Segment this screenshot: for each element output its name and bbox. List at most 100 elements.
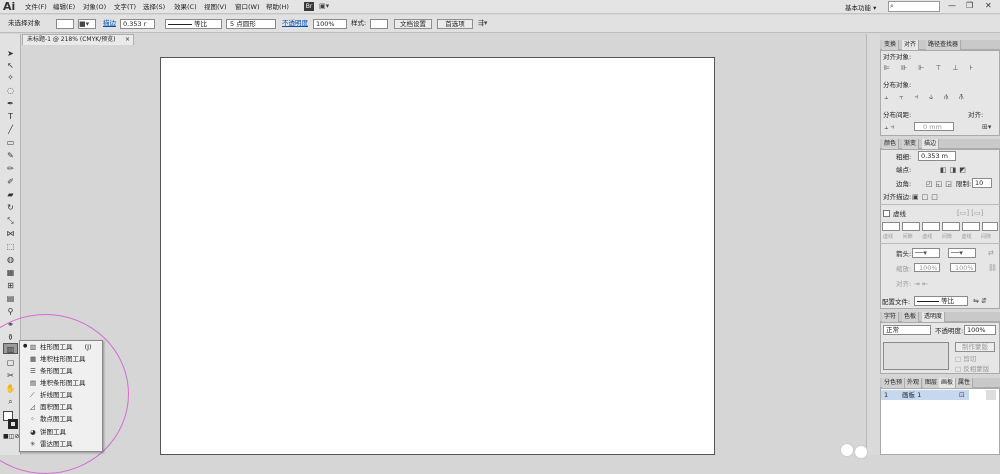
start-arrow-select[interactable]: ──▾ <box>912 248 940 258</box>
paintbrush-icon[interactable]: ✎ <box>3 150 18 161</box>
transparency-opacity-input[interactable]: 100% <box>964 325 996 335</box>
limit-input[interactable]: 10 <box>972 178 992 188</box>
artboard-canvas[interactable] <box>160 57 715 455</box>
clip-checkbox[interactable]: □ 剪切 <box>955 355 976 363</box>
type-tool-icon[interactable]: T <box>3 111 18 122</box>
menu-object[interactable]: 对象(O) <box>83 2 106 12</box>
tab-appearance[interactable]: 外观 <box>905 378 923 388</box>
end-arrow-select[interactable]: ──▾ <box>948 248 976 258</box>
perspective-grid-icon[interactable]: ▦ <box>3 267 18 278</box>
arrange-docs-button[interactable]: ▣▾ <box>319 2 337 11</box>
blend-mode-select[interactable]: 正常 <box>883 325 931 335</box>
width-tool-icon[interactable]: ⋈ <box>3 228 18 239</box>
dash-input-3[interactable] <box>962 222 980 231</box>
link-scale-icon[interactable]: ⛓ <box>988 264 997 272</box>
menu-effect[interactable]: 效果(C) <box>174 2 197 12</box>
stroke-weight-input[interactable]: 0.353 r <box>120 19 155 29</box>
make-mask-button[interactable]: 制作蒙版 <box>955 342 995 352</box>
arrow-scale-end[interactable]: 100% <box>950 263 976 272</box>
shape-builder-icon[interactable]: ◍ <box>3 254 18 265</box>
graph-item-stacked-column[interactable]: ▦ 堆积柱形图工具 <box>30 353 86 365</box>
gap-input-2[interactable] <box>942 222 960 231</box>
menu-edit[interactable]: 编辑(E) <box>53 2 75 12</box>
dash-input-2[interactable] <box>922 222 940 231</box>
direct-selection-tool-icon[interactable]: ↖ <box>3 60 18 71</box>
profile-select[interactable]: 等比 <box>914 296 968 306</box>
graph-item-pie[interactable]: ◕ 饼图工具 <box>30 426 66 438</box>
panel-scrollbar[interactable] <box>986 390 996 400</box>
minimize-button[interactable]: — <box>948 1 956 10</box>
corner-buttons[interactable]: ◰◱◲ <box>926 180 955 188</box>
pencil-icon[interactable]: ✏ <box>3 163 18 174</box>
invert-mask-checkbox[interactable]: □ 反相蒙版 <box>955 365 989 373</box>
rectangle-tool-icon[interactable]: ▭ <box>3 137 18 148</box>
brush-definition[interactable]: 5 点圆形 <box>226 19 276 29</box>
variable-width-profile[interactable]: 等比 <box>165 19 222 29</box>
artboard-row[interactable]: 1 画板 1 ⊡ <box>881 390 969 400</box>
mesh-tool-icon[interactable]: ⊞ <box>3 280 18 291</box>
graph-item-line[interactable]: ⟋ 折线图工具 <box>30 389 73 401</box>
graph-item-column[interactable]: ▥ 柱形图工具 (J) <box>30 341 92 353</box>
cap-buttons[interactable]: ◧◨◩ <box>940 166 969 174</box>
graph-item-bar[interactable]: ☰ 条形图工具 <box>30 365 73 377</box>
align-objects-buttons[interactable]: ⊫⊪⊩⊤⊥⊦ <box>884 64 984 72</box>
tab-artboards[interactable]: 画板 <box>939 378 957 388</box>
document-setup-button[interactable]: 文档设置 <box>394 19 432 29</box>
gap-input-1[interactable] <box>902 222 920 231</box>
graph-item-area[interactable]: ◿ 面积图工具 <box>30 401 73 413</box>
spacing-input[interactable]: 0 mm <box>914 122 954 131</box>
menu-window[interactable]: 窗口(W) <box>235 2 260 12</box>
stroke-swatch[interactable]: ■▾ <box>78 19 96 29</box>
dash-align-icons[interactable]: [▭] [▭] <box>957 209 983 217</box>
close-button[interactable]: ✕ <box>985 1 992 10</box>
pen-tool-icon[interactable]: ✒ <box>3 98 18 109</box>
search-input[interactable]: ⌕ <box>888 1 940 12</box>
preferences-button[interactable]: 首选项 <box>437 19 473 29</box>
dashed-checkbox[interactable] <box>883 210 890 217</box>
rotate-tool-icon[interactable]: ↻ <box>3 202 18 213</box>
menu-help[interactable]: 帮助(H) <box>266 2 289 12</box>
weight-input[interactable]: 0.353 m <box>918 151 956 161</box>
tab-transparency[interactable]: 透明度 <box>922 312 946 322</box>
swap-arrows-icon[interactable]: ⇄ <box>988 249 994 257</box>
arrange-menu-button[interactable]: ⇶▾ <box>478 19 487 29</box>
flip-profile-icons[interactable]: ⇋ ⇵ <box>973 297 987 305</box>
opacity-input[interactable]: 100% <box>313 19 347 29</box>
tab-transform[interactable]: 变换 <box>882 40 900 50</box>
tab-stroke[interactable]: 描边 <box>922 139 940 149</box>
lasso-icon[interactable]: ◌ <box>3 85 18 96</box>
line-tool-icon[interactable]: ╱ <box>3 124 18 135</box>
gap-input-3[interactable] <box>982 222 998 231</box>
blob-brush-icon[interactable]: ✐ <box>3 176 18 187</box>
align-to-selection-icon[interactable]: ⊞▾ <box>982 123 991 131</box>
tab-align[interactable]: 对齐 <box>902 40 920 50</box>
gradient-tool-icon[interactable]: ▤ <box>3 293 18 304</box>
tab-pathfinder[interactable]: 路径查找器 <box>926 40 962 50</box>
artboard-options-icon[interactable]: ⊡ <box>959 391 965 399</box>
stroke-label[interactable]: 描边 <box>103 19 116 29</box>
menu-file[interactable]: 文件(F) <box>25 2 47 12</box>
menu-view[interactable]: 视图(V) <box>204 2 227 12</box>
menu-select[interactable]: 选择(S) <box>143 2 165 12</box>
bridge-button[interactable]: Br <box>304 2 314 11</box>
distribute-spacing-buttons[interactable]: ⫠ ⫞ <box>884 123 894 131</box>
tab-attributes[interactable]: 属性 <box>956 378 974 388</box>
opacity-label[interactable]: 不透明度 <box>282 19 308 29</box>
scale-tool-icon[interactable]: ⤡ <box>3 215 18 226</box>
tab-separations[interactable]: 分色预 <box>882 378 906 388</box>
arrow-scale-start[interactable]: 100% <box>914 263 940 272</box>
tab-character[interactable]: 字符 <box>882 312 900 322</box>
dash-input-1[interactable] <box>882 222 900 231</box>
tab-swatches[interactable]: 色板 <box>902 312 920 322</box>
tab-layers[interactable]: 图层 <box>923 378 941 388</box>
graph-item-radar[interactable]: ✳ 雷达图工具 <box>30 438 73 450</box>
graphic-style-picker[interactable] <box>370 19 388 29</box>
close-doc-icon[interactable]: × <box>125 35 130 45</box>
free-transform-icon[interactable]: ⬚ <box>3 241 18 252</box>
restore-button[interactable]: ❐ <box>966 1 973 10</box>
eraser-icon[interactable]: ▰ <box>3 189 18 200</box>
document-tab[interactable]: 未标题-1 @ 218% (CMYK/预览) × <box>22 34 134 45</box>
distribute-objects-buttons[interactable]: ⫠⫟⫞⫝⫛⫚ <box>884 93 974 101</box>
magic-wand-icon[interactable]: ✧ <box>3 72 18 83</box>
tab-color[interactable]: 颜色 <box>882 139 900 149</box>
